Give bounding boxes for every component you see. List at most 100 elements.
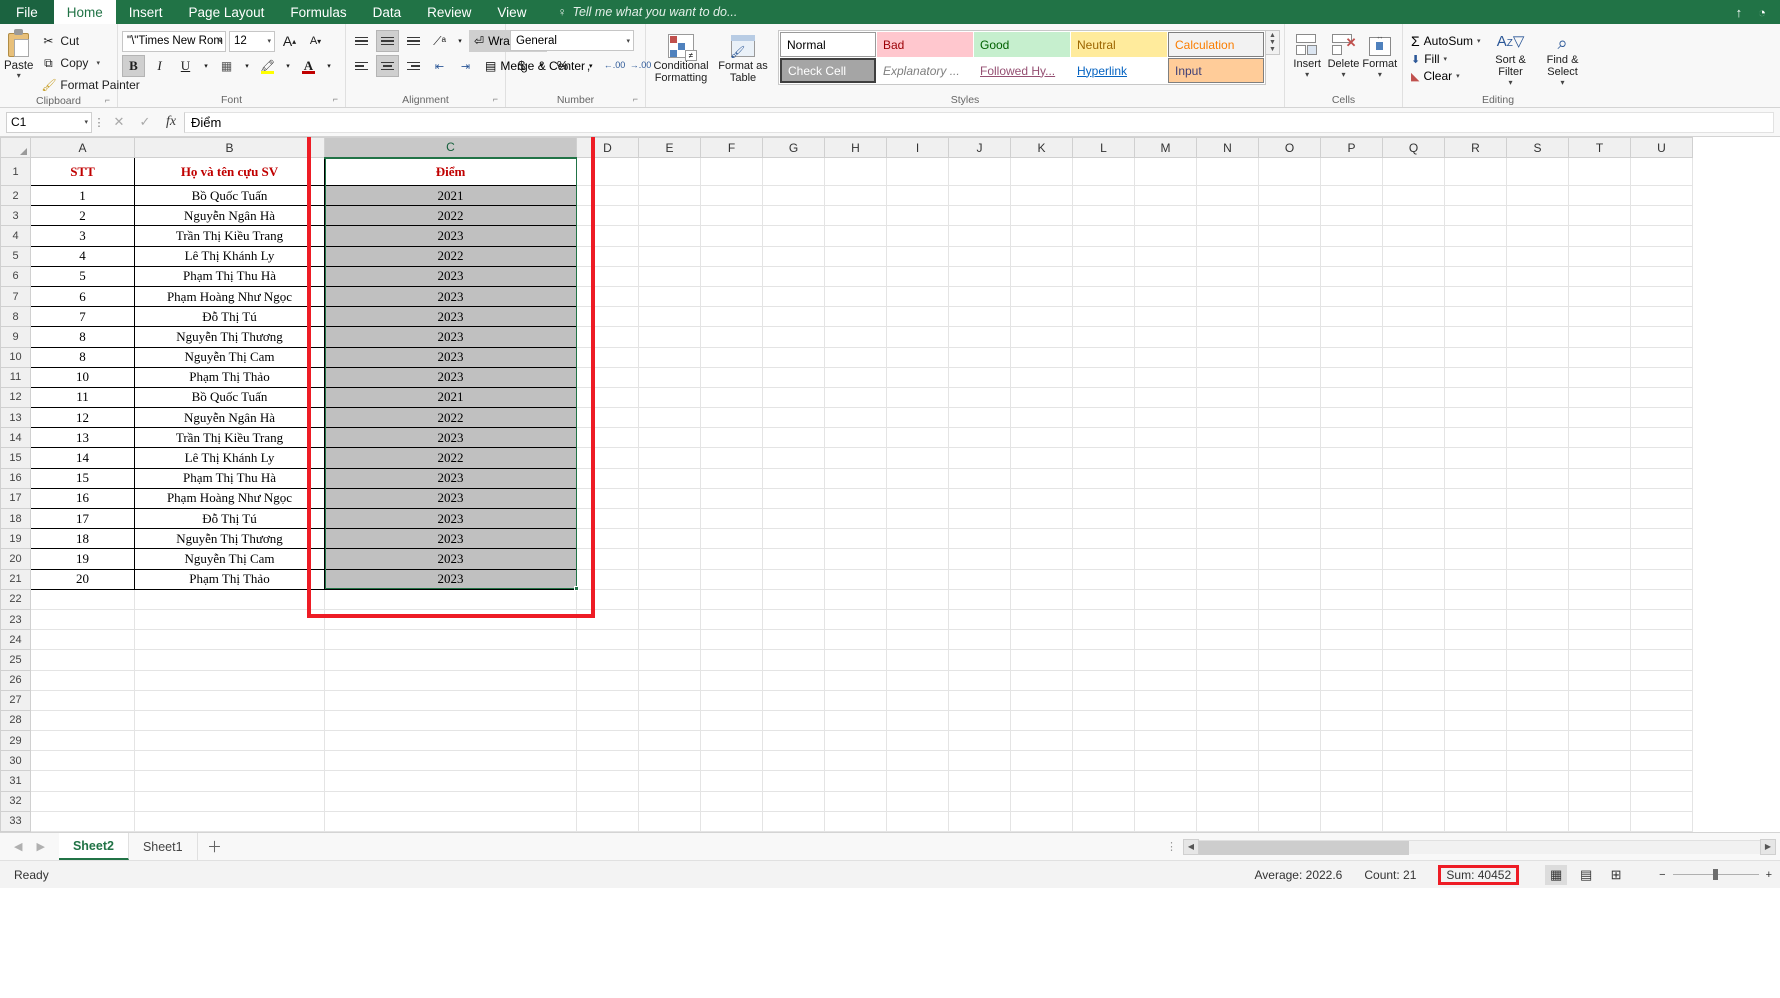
cell-P12[interactable] [1320, 386, 1383, 409]
cell-A28[interactable] [30, 709, 135, 732]
cell-G12[interactable] [762, 386, 825, 409]
cell-O3[interactable] [1258, 205, 1321, 227]
cell-S1[interactable] [1506, 157, 1569, 186]
cell-D19[interactable] [576, 528, 639, 550]
cell-N15[interactable] [1196, 447, 1259, 469]
percent-format-button[interactable]: % [551, 54, 574, 76]
cell-F13[interactable] [700, 407, 763, 429]
style-good[interactable]: Good [974, 32, 1070, 57]
cell-F30[interactable] [700, 750, 763, 772]
find-select-button[interactable]: ⌕ Find & Select ▾ [1537, 30, 1589, 87]
cell-L10[interactable] [1072, 346, 1135, 368]
cell-A22[interactable] [30, 588, 135, 610]
cell-S25[interactable] [1506, 649, 1569, 671]
cell-C18[interactable]: 2023 [324, 507, 577, 530]
cell-M20[interactable] [1134, 548, 1197, 570]
cell-O26[interactable] [1258, 669, 1321, 691]
cell-D27[interactable] [576, 689, 639, 711]
cell-R26[interactable] [1444, 669, 1507, 691]
cell-G24[interactable] [762, 629, 825, 651]
ribbon-tab-page-layout[interactable]: Page Layout [176, 0, 278, 24]
cell-C10[interactable]: 2023 [324, 346, 577, 368]
cell-B32[interactable] [134, 790, 325, 812]
cell-Q33[interactable] [1382, 810, 1445, 832]
column-header-s[interactable]: S [1506, 137, 1569, 158]
cell-O2[interactable] [1258, 184, 1321, 207]
cell-G23[interactable] [762, 608, 825, 631]
cell-O16[interactable] [1258, 467, 1321, 489]
cell-E22[interactable] [638, 588, 701, 610]
cell-Q25[interactable] [1382, 649, 1445, 671]
bold-button[interactable]: B [122, 55, 145, 77]
cell-F20[interactable] [700, 548, 763, 570]
cell-L14[interactable] [1072, 427, 1135, 449]
fill-chevron-down-icon[interactable]: ▾ [1444, 55, 1448, 63]
borders-button[interactable]: ▦ [215, 55, 238, 77]
cell-I12[interactable] [886, 386, 949, 409]
cell-Q10[interactable] [1382, 346, 1445, 368]
cell-G2[interactable] [762, 184, 825, 207]
cell-R19[interactable] [1444, 528, 1507, 550]
cell-M31[interactable] [1134, 770, 1197, 792]
format-cells-button[interactable]: ↔ Format ▾ [1362, 30, 1398, 79]
cell-I24[interactable] [886, 629, 949, 651]
cell-E34[interactable] [638, 830, 701, 832]
ribbon-tab-insert[interactable]: Insert [116, 0, 176, 24]
cell-T3[interactable] [1568, 205, 1631, 227]
cell-P4[interactable] [1320, 225, 1383, 247]
cell-Q4[interactable] [1382, 225, 1445, 247]
cell-E2[interactable] [638, 184, 701, 207]
cell-B19[interactable]: Nguyễn Thị Thương [134, 528, 325, 550]
cell-J11[interactable] [948, 366, 1011, 388]
cell-F7[interactable] [700, 285, 763, 308]
cell-R28[interactable] [1444, 709, 1507, 732]
cell-B34[interactable] [134, 830, 325, 832]
cell-G28[interactable] [762, 709, 825, 732]
cell-S33[interactable] [1506, 810, 1569, 832]
cell-P24[interactable] [1320, 629, 1383, 651]
hscroll-right-icon[interactable]: ▶ [1760, 838, 1776, 855]
cell-D3[interactable] [576, 205, 639, 227]
status-count[interactable]: Count: 21 [1364, 868, 1416, 882]
row-header-25[interactable]: 25 [0, 649, 31, 671]
row-header-31[interactable]: 31 [0, 770, 31, 792]
cell-S28[interactable] [1506, 709, 1569, 732]
cell-U16[interactable] [1630, 467, 1693, 489]
cell-J27[interactable] [948, 689, 1011, 711]
cell-G29[interactable] [762, 730, 825, 752]
cell-I9[interactable] [886, 326, 949, 348]
cell-E11[interactable] [638, 366, 701, 388]
cell-R14[interactable] [1444, 427, 1507, 449]
cell-D28[interactable] [576, 709, 639, 732]
cell-B21[interactable]: Phạm Thị Thảo [134, 568, 325, 590]
cell-I25[interactable] [886, 649, 949, 671]
cell-L1[interactable] [1072, 157, 1135, 186]
orientation-chevron-down-icon[interactable]: ▾ [454, 30, 466, 52]
cell-R30[interactable] [1444, 750, 1507, 772]
cell-H7[interactable] [824, 285, 887, 308]
cell-Q20[interactable] [1382, 548, 1445, 570]
cell-H18[interactable] [824, 507, 887, 530]
cell-L5[interactable] [1072, 245, 1135, 267]
cell-R1[interactable] [1444, 157, 1507, 186]
cell-T1[interactable] [1568, 157, 1631, 186]
cell-E32[interactable] [638, 790, 701, 812]
cell-L15[interactable] [1072, 447, 1135, 469]
sheet-next-icon[interactable]: ▶ [36, 840, 44, 853]
cell-Q22[interactable] [1382, 588, 1445, 610]
cell-D12[interactable] [576, 386, 639, 409]
cell-D2[interactable] [576, 184, 639, 207]
cell-N19[interactable] [1196, 528, 1259, 550]
accounting-format-button[interactable]: $ [510, 54, 533, 76]
cell-Q28[interactable] [1382, 709, 1445, 732]
cell-T23[interactable] [1568, 608, 1631, 631]
cell-R29[interactable] [1444, 730, 1507, 752]
cell-G7[interactable] [762, 285, 825, 308]
fill-button[interactable]: ⬇ Fill ▾ [1407, 51, 1485, 67]
cell-N21[interactable] [1196, 568, 1259, 590]
cell-J20[interactable] [948, 548, 1011, 570]
cell-D24[interactable] [576, 629, 639, 651]
row-header-24[interactable]: 24 [0, 629, 31, 651]
cell-S34[interactable] [1506, 830, 1569, 832]
cell-S9[interactable] [1506, 326, 1569, 348]
